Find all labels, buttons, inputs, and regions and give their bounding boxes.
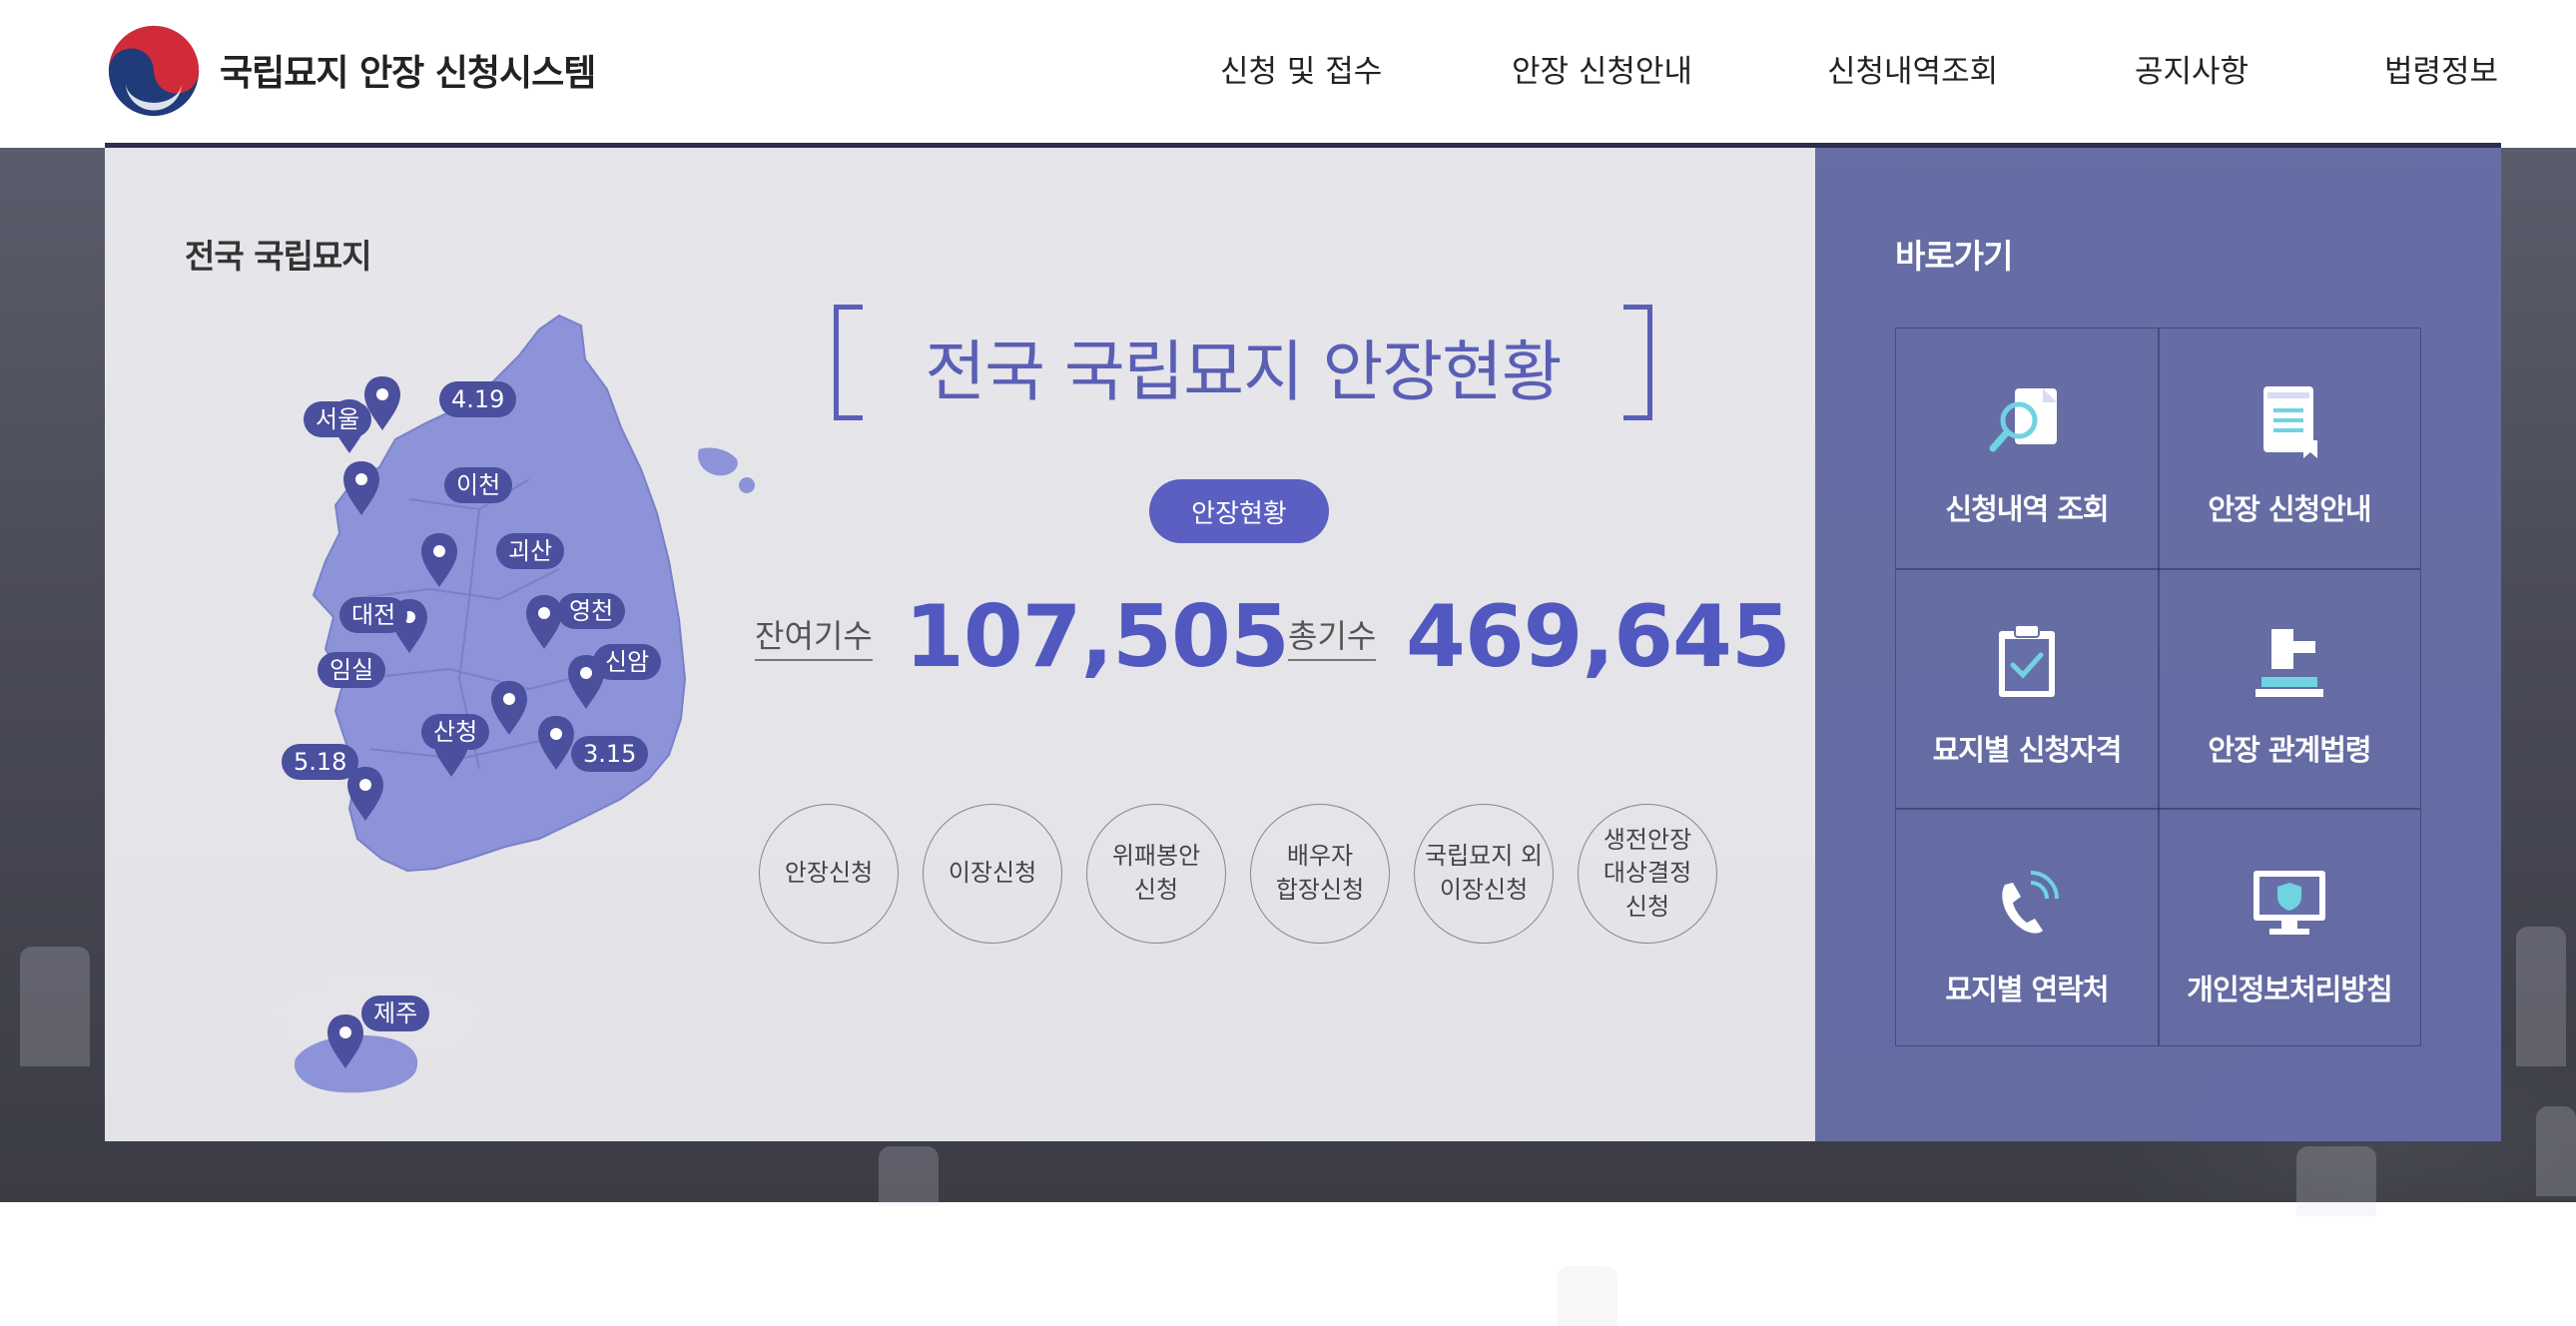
quick-links-title: 바로가기 bbox=[1895, 237, 2013, 276]
clipboard-check-icon bbox=[1999, 624, 2055, 697]
search-document-icon bbox=[1989, 388, 2057, 452]
map-label-goesan[interactable]: 괴산 bbox=[496, 533, 565, 569]
quick-link-label: 안장 신청안내 bbox=[2208, 492, 2371, 526]
map-label-jeju[interactable]: 제주 bbox=[361, 995, 430, 1031]
quick-link-application-history[interactable]: 신청내역 조회 bbox=[1896, 329, 2158, 568]
nav-item-history[interactable]: 신청내역조회 bbox=[1827, 46, 1998, 91]
apply-memorial-tablet-label: 위패봉안 신청 bbox=[1111, 842, 1201, 904]
monitor-shield-icon bbox=[2254, 871, 2325, 935]
ulleungdo-island bbox=[698, 447, 738, 476]
main-nav: 신청 및 접수 안장 신청안내 신청내역조회 공지사항 법령정보 bbox=[0, 46, 2576, 96]
remaining-label: 잔여기수 bbox=[755, 611, 873, 661]
status-heading: 전국 국립묘지 안장현황 bbox=[834, 305, 1652, 420]
nav-item-law[interactable]: 법령정보 bbox=[2384, 46, 2498, 91]
map-label-yeongcheon[interactable]: 영천 bbox=[557, 593, 626, 629]
map-label-sinam[interactable]: 신암 bbox=[593, 644, 662, 680]
gavel-icon bbox=[2255, 629, 2323, 697]
quick-link-eligibility[interactable]: 묘지별 신청자격 bbox=[1896, 569, 2158, 809]
map-label-sancheong[interactable]: 산청 bbox=[421, 714, 490, 750]
remaining-value: 107,505 bbox=[905, 587, 1290, 687]
right-bracket bbox=[1623, 305, 1652, 420]
quick-link-related-laws[interactable]: 안장 관계법령 bbox=[2159, 569, 2420, 809]
apply-outside-relocation-button[interactable]: 국립묘지 외 이장신청 bbox=[1414, 804, 1554, 944]
quick-link-label: 신청내역 조회 bbox=[1945, 492, 2109, 526]
apply-pre-decision-label: 생전안장 대상결정 신청 bbox=[1603, 825, 1692, 921]
apply-pre-decision-button[interactable]: 생전안장 대상결정 신청 bbox=[1578, 804, 1717, 944]
apply-burial-label: 안장신청 bbox=[784, 859, 874, 888]
quick-link-label: 묘지별 연락처 bbox=[1945, 973, 2109, 1006]
site-header: 국립묘지 안장 신청시스템 신청 및 접수 안장 신청안내 신청내역조회 공지사… bbox=[0, 0, 2576, 148]
apply-memorial-tablet-button[interactable]: 위패봉안 신청 bbox=[1086, 804, 1226, 944]
quick-link-contacts[interactable]: 묘지별 연락처 bbox=[1896, 809, 2158, 1048]
nav-item-notice[interactable]: 공지사항 bbox=[2135, 46, 2249, 91]
map-label-315[interactable]: 3.15 bbox=[571, 736, 649, 772]
document-list-icon bbox=[2263, 386, 2317, 458]
nav-item-guide[interactable]: 안장 신청안내 bbox=[1512, 46, 1692, 91]
map-label-daejeon[interactable]: 대전 bbox=[339, 597, 408, 633]
map-label-518[interactable]: 5.18 bbox=[282, 744, 359, 780]
map-label-seoul[interactable]: 서울 bbox=[304, 401, 372, 437]
map-label-icheon[interactable]: 이천 bbox=[444, 467, 513, 503]
quick-link-privacy-policy[interactable]: 개인정보처리방침 bbox=[2159, 809, 2420, 1048]
total-label: 총기수 bbox=[1288, 611, 1377, 661]
map-section-title: 전국 국립묘지 bbox=[185, 237, 372, 276]
apply-outside-relocation-label: 국립묘지 외 이장신청 bbox=[1424, 842, 1544, 904]
phone-icon bbox=[2002, 871, 2059, 934]
quick-links-grid: 신청내역 조회 안장 신청안내 묘지별 신청자격 안장 관계법령 묘지별 연락처… bbox=[1895, 328, 2421, 1046]
map-label-imsil[interactable]: 임실 bbox=[318, 652, 386, 688]
quick-link-label: 묘지별 신청자격 bbox=[1932, 733, 2123, 767]
status-title-text: 전국 국립묘지 안장현황 bbox=[925, 333, 1562, 410]
quick-link-label: 안장 관계법령 bbox=[2208, 733, 2371, 767]
quick-link-burial-guide[interactable]: 안장 신청안내 bbox=[2159, 329, 2420, 568]
apply-relocation-label: 이장신청 bbox=[948, 859, 1037, 888]
quick-link-label: 개인정보처리방침 bbox=[2187, 973, 2392, 1006]
apply-spouse-burial-button[interactable]: 배우자 합장신청 bbox=[1250, 804, 1390, 944]
total-value: 469,645 bbox=[1406, 587, 1791, 687]
apply-relocation-button[interactable]: 이장신청 bbox=[923, 804, 1062, 944]
apply-burial-button[interactable]: 안장신청 bbox=[759, 804, 899, 944]
apply-spouse-burial-label: 배우자 합장신청 bbox=[1275, 842, 1365, 904]
nav-item-apply[interactable]: 신청 및 접수 bbox=[1220, 46, 1382, 91]
status-badge-button[interactable]: 안장현황 bbox=[1149, 479, 1329, 543]
map-label-419[interactable]: 4.19 bbox=[439, 381, 517, 417]
